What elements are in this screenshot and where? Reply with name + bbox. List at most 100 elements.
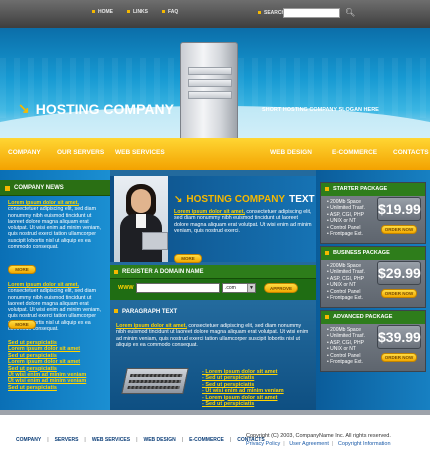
bullet-icon (325, 187, 329, 191)
news-link[interactable]: Lorem ipsum dolor sit amet (8, 359, 86, 365)
main-nav: COMPANY OUR SERVERS WEB SERVICES WEB DES… (0, 138, 430, 170)
news-link[interactable]: Sed ut perspiciatis (8, 385, 86, 391)
news-header: COMPANY NEWS (0, 180, 110, 196)
bullet-icon (5, 186, 10, 191)
top-nav-home[interactable]: HOME (92, 9, 113, 15)
package-card-advanced: ADVANCED PACKAGE 200Mb Space Unlimited T… (320, 310, 426, 372)
news-item: Lorem ipsum dolor sit amet, consectetuer… (8, 200, 106, 250)
search-input[interactable] (283, 8, 340, 18)
intro-text: Lorem ipsum dolor sit amet, consectetuer… (174, 209, 312, 235)
packages-column: STARTER PACKAGE 200Mb Space Unlimited Tr… (316, 170, 430, 410)
intro-title: ↘ HOSTING COMPANY TEXT (174, 194, 315, 205)
domain-input[interactable] (136, 283, 220, 293)
privacy-policy-link[interactable]: Privacy Policy (246, 441, 280, 447)
bullet-icon (162, 10, 165, 14)
approve-button[interactable]: APPROVE (264, 283, 298, 293)
intro-section: ↘ HOSTING COMPANY TEXT Lorem ipsum dolor… (110, 176, 316, 263)
paragraph-link[interactable]: Lorem ipsum dolor sit amet, (116, 323, 187, 329)
drive-bay (188, 67, 232, 75)
user-agreement-link[interactable]: User Agreement (289, 441, 329, 447)
search-icon[interactable]: 🔍︎ (345, 8, 355, 18)
tld-select[interactable]: .com ▼ (222, 283, 256, 293)
top-nav-links[interactable]: LINKS (127, 9, 148, 15)
server-tower-image (180, 42, 238, 138)
footer-link-web-services[interactable]: WEB SERVICES (92, 437, 130, 443)
bullet-icon (114, 270, 118, 274)
drive-bay (188, 79, 232, 87)
laptop-image (142, 232, 168, 250)
nav-web-design[interactable]: WEB DESIGN (270, 149, 312, 156)
news-item-link[interactable]: Lorem ipsum dolor sit amet, (8, 200, 79, 206)
package-price: $19.99 (377, 197, 421, 221)
domain-title: REGISTER A DOMAIN NAME (122, 269, 204, 275)
footer-link-web-design[interactable]: WEB DESIGN (143, 437, 175, 443)
nav-our-servers[interactable]: OUR SERVERS (57, 149, 104, 156)
news-link[interactable]: Ut wisi enim ad minim veniam (8, 378, 86, 384)
bullet-icon (127, 10, 130, 14)
nav-web-services[interactable]: WEB SERVICES (115, 149, 165, 156)
footer: COMPANY | SERVERS | WEB SERVICES | WEB DESI… (0, 410, 430, 460)
top-nav-faq[interactable]: FAQ (162, 9, 178, 15)
rack-server-image (121, 368, 189, 394)
top-nav: HOME LINKS FAQ (92, 9, 178, 15)
order-now-button[interactable]: ORDER NOW (381, 289, 417, 298)
arrow-icon: ↘ (18, 100, 30, 116)
bullet-icon (325, 315, 329, 319)
news-link[interactable]: Lorem ipsum dolor sit amet (8, 346, 86, 352)
copyright: Copyright (C) 2003, CompanyName Inc. All… (246, 433, 391, 439)
intro-link[interactable]: Lorem ipsum dolor sit amet, (174, 209, 245, 215)
drive-bay (188, 91, 232, 99)
main-content: ↘ HOSTING COMPANY TEXT Lorem ipsum dolor… (110, 170, 316, 410)
slogan: SHORT HOSTING COMPANY SLOGAN HERE (262, 107, 379, 113)
package-features: 200Mb Space Unlimited Trasf. ASP, CGI, P… (327, 327, 365, 365)
news-item-link[interactable]: Lorem ipsum dolor sit amet, (8, 282, 79, 288)
order-now-button[interactable]: ORDER NOW (381, 225, 417, 234)
footer-link-company[interactable]: COMPANY (16, 437, 41, 443)
package-header: STARTER PACKAGE (321, 183, 425, 196)
package-price: $29.99 (377, 261, 421, 285)
news-links: Sed ut perspiciatis Lorem ipsum dolor si… (8, 340, 86, 391)
nav-contacts[interactable]: CONTACTS (393, 149, 429, 156)
copyright-info-link[interactable]: Copyright Information (338, 441, 391, 447)
chevron-down-icon: ▼ (247, 284, 255, 292)
page: HOME LINKS FAQ SEARCH 🔍︎ ↘ HOSTING COMPA… (0, 0, 430, 460)
footer-link-servers[interactable]: SERVERS (55, 437, 79, 443)
paragraph-links: - Lorem ipsum dolor sit amet - Sed ut pe… (202, 369, 284, 407)
domain-header: REGISTER A DOMAIN NAME (110, 265, 316, 279)
package-card-starter: STARTER PACKAGE 200Mb Space Unlimited Tr… (320, 182, 426, 244)
news-item-text: consectetuer adipiscing elit, sed diam n… (8, 206, 102, 251)
package-header: ADVANCED PACKAGE (321, 311, 425, 324)
bullet-icon (325, 251, 329, 255)
paragraph-list-link[interactable]: - Sed ut perspiciatis (202, 401, 284, 407)
logo[interactable]: ↘ HOSTING COMPANY (18, 100, 174, 117)
package-header: BUSINESS PACKAGE (321, 247, 425, 260)
header-banner: ↘ HOSTING COMPANY SHORT HOSTING COMPANY … (0, 28, 430, 138)
bullet-icon (92, 10, 95, 14)
footer-link-e-commerce[interactable]: E-COMMERCE (189, 437, 224, 443)
news-title: COMPANY NEWS (14, 185, 64, 191)
paragraph-section: PARAGRAPH TEXT Lorem ipsum dolor sit ame… (110, 303, 316, 410)
bullet-icon (114, 309, 118, 313)
domain-register: REGISTER A DOMAIN NAME WWW .com ▼ APPROV… (110, 265, 316, 300)
news-column: COMPANY NEWS Lorem ipsum dolor sit amet,… (0, 170, 110, 410)
nav-company[interactable]: COMPANY (8, 149, 41, 156)
bullet-icon (258, 11, 261, 15)
support-agent-photo (114, 176, 168, 262)
order-now-button[interactable]: ORDER NOW (381, 353, 417, 362)
news-more-button[interactable]: MORE (8, 265, 36, 274)
www-label: WWW (118, 285, 134, 291)
top-bar: HOME LINKS FAQ SEARCH 🔍︎ (0, 0, 430, 28)
arrow-icon: ↘ (174, 194, 183, 205)
policy-links: Privacy Policy | User Agreement | Copyrigh… (246, 441, 391, 447)
intro-more-button[interactable]: MORE (174, 254, 202, 263)
paragraph-text: Lorem ipsum dolor sit amet, consectetuer… (116, 323, 309, 349)
search-label: SEARCH (258, 10, 285, 16)
logo-text: HOSTING COMPANY (35, 100, 174, 117)
nav-e-commerce[interactable]: E-COMMERCE (332, 149, 377, 156)
footer-nav: COMPANY | SERVERS | WEB SERVICES | WEB DESI… (16, 437, 265, 443)
news-more-button[interactable]: MORE (8, 320, 36, 329)
package-features: 200Mb Space Unlimited Trasf. ASP, CGI, P… (327, 199, 365, 237)
package-features: 200Mb Space Unlimited Trasf. ASP, CGI, P… (327, 263, 365, 301)
package-card-business: BUSINESS PACKAGE 200Mb Space Unlimited T… (320, 246, 426, 308)
paragraph-header: PARAGRAPH TEXT (110, 309, 177, 315)
